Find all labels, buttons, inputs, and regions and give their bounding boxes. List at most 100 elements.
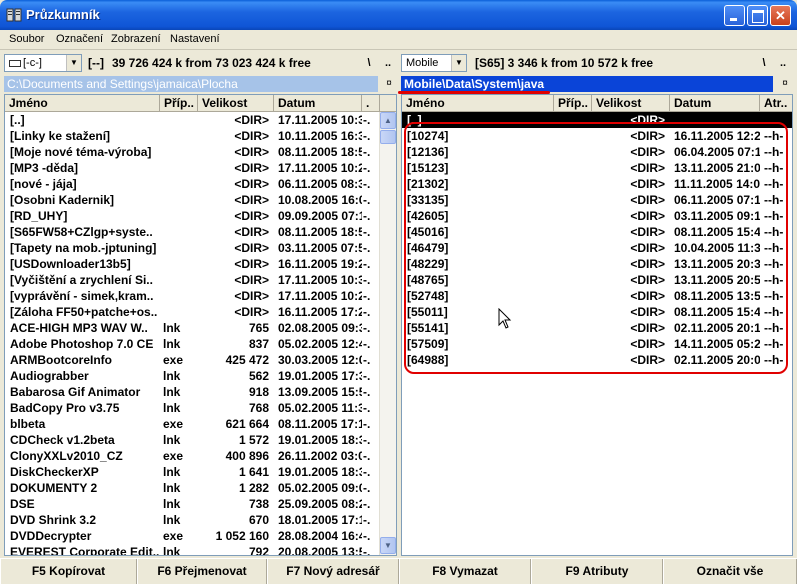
table-row[interactable]: [Linky ke stažení] <DIR> 10.11.2005 16:37-… (5, 128, 380, 144)
left-history-button[interactable]: ¤ (381, 76, 397, 92)
cell-name: [..] (10, 113, 25, 127)
table-row[interactable]: DOKUMENTY 2 lnk 1 282 05.02.2005 09:03-. (5, 480, 380, 496)
cell-attr: -. (363, 257, 371, 271)
table-row[interactable]: EVEREST Corporate Edit.. lnk 792 20.08.2005… (5, 544, 380, 556)
f8-delete-button[interactable]: F8 Vymazat (399, 559, 531, 584)
cell-date: 10.08.2005 16:01 (278, 193, 362, 207)
table-row[interactable]: blbeta exe 621 664 08.11.2005 17:15-. (5, 416, 380, 432)
right-history-button[interactable]: ¤ (777, 76, 793, 92)
cell-attr: -. (363, 337, 371, 351)
cell-ext: exe (163, 449, 184, 463)
cell-ext: lnk (163, 545, 181, 556)
cell-date: 18.01.2005 17:14 (278, 513, 362, 527)
table-row[interactable]: [Záloha FF50+patche+os.. <DIR> 16.11.2005 … (5, 304, 380, 320)
table-row[interactable]: ACE-HIGH MP3 WAV W.. lnk 765 02.08.2005 09:… (5, 320, 380, 336)
cell-attr: -. (363, 385, 371, 399)
col-name[interactable]: Jméno (5, 95, 160, 111)
left-root-button[interactable]: \ (360, 54, 378, 72)
chevron-down-icon: ▼ (66, 55, 81, 71)
table-row[interactable]: [nové - jája] <DIR> 06.11.2005 08:39-. (5, 176, 380, 192)
table-row[interactable]: DVDDecrypter exe 1 052 160 28.08.2004 16:46… (5, 528, 380, 544)
menu-nastaveni[interactable]: Nastavení (170, 33, 220, 45)
col-attr[interactable]: . (362, 95, 380, 111)
table-row[interactable]: [..] <DIR> 17.11.2005 10:31-. (5, 112, 380, 128)
table-row[interactable]: DSE lnk 738 25.09.2005 08:20-. (5, 496, 380, 512)
col-size[interactable]: Velikost (592, 95, 670, 111)
scroll-thumb[interactable] (380, 130, 396, 144)
table-row[interactable]: Adobe Photoshop 7.0 CE lnk 837 05.02.2005 1… (5, 336, 380, 352)
cell-name: [Tapety na mob.-jptuning] (10, 241, 157, 255)
cell-attr: -. (363, 305, 371, 319)
table-row[interactable]: DVD Shrink 3.2 lnk 670 18.01.2005 17:14-. (5, 512, 380, 528)
cell-date: 13.09.2005 15:50 (278, 385, 362, 399)
cell-date: 09.09.2005 07:15 (278, 209, 362, 223)
table-row[interactable]: DiskCheckerXP lnk 1 641 19.01.2005 18:38-. (5, 464, 380, 480)
left-scrollbar[interactable]: ▲ ▼ (379, 112, 396, 555)
col-name[interactable]: Jméno (402, 95, 554, 111)
cell-size: <DIR> (234, 145, 269, 159)
table-row[interactable]: Babarosa Gif Animator lnk 918 13.09.2005 15… (5, 384, 380, 400)
col-attr[interactable]: Atr.. (760, 95, 792, 111)
cell-size: <DIR> (234, 209, 269, 223)
table-row[interactable]: BadCopy Pro v3.75 lnk 768 05.02.2005 11:31-… (5, 400, 380, 416)
cell-date: 20.08.2005 13:58 (278, 545, 362, 556)
scroll-up-icon[interactable]: ▲ (380, 112, 396, 129)
cell-ext (163, 128, 197, 144)
table-row[interactable]: [S65FW58+CZlgp+syste.. <DIR> 08.11.2005 18… (5, 224, 380, 240)
f6-rename-button[interactable]: F6 Přejmenovat (137, 559, 267, 584)
table-row[interactable]: [USDownloader13b5] <DIR> 16.11.2005 19:29-… (5, 256, 380, 272)
cell-date: 17.11.2005 10:31 (278, 113, 362, 127)
cell-date: 06.11.2005 08:39 (278, 177, 362, 191)
cell-date: 28.08.2004 16:46 (278, 529, 362, 543)
table-row[interactable]: [Tapety na mob.-jptuning] <DIR> 03.11.2005… (5, 240, 380, 256)
col-size[interactable]: Velikost (198, 95, 274, 111)
table-row[interactable]: ARMBootcoreInfo exe 425 472 30.03.2005 12:0… (5, 352, 380, 368)
cell-attr: -. (363, 193, 371, 207)
menu-oznaceni[interactable]: Označení (56, 33, 103, 45)
cell-size: <DIR> (234, 273, 269, 287)
cell-attr: -. (363, 321, 371, 335)
table-row[interactable]: [vyprávění - simek,kram.. <DIR> 17.11.2005… (5, 288, 380, 304)
f9-attributes-button[interactable]: F9 Atributy (531, 559, 663, 584)
f7-new-folder-button[interactable]: F7 Nový adresář (267, 559, 399, 584)
cell-name: DSE (10, 497, 35, 511)
cell-ext (163, 304, 197, 320)
table-row[interactable]: [Moje nové téma-výroba] <DIR> 08.11.2005 1… (5, 144, 380, 160)
table-row[interactable]: [Osobni Kadernik] <DIR> 10.08.2005 16:01-. (5, 192, 380, 208)
maximize-button[interactable] (747, 5, 768, 26)
maximize-icon (748, 6, 767, 25)
cell-date: 25.09.2005 08:20 (278, 497, 362, 511)
table-row[interactable]: Audiograbber lnk 562 19.01.2005 17:37-. (5, 368, 380, 384)
table-row[interactable]: [Vyčištění a zrychlení Si.. <DIR> 17.11.20… (5, 272, 380, 288)
cell-name: [Moje nové téma-výroba] (10, 145, 152, 159)
right-up-button[interactable]: .. (774, 54, 792, 72)
cell-attr: -. (363, 449, 371, 463)
table-row[interactable]: CDCheck v1.2beta lnk 1 572 19.01.2005 18:37… (5, 432, 380, 448)
window-title: Průzkumník (26, 7, 100, 22)
right-column-header: Jméno Příp.. Velikost Datum Atr.. (402, 95, 792, 112)
menu-soubor[interactable]: Soubor (9, 33, 44, 45)
col-date[interactable]: Datum (274, 95, 362, 111)
right-drive-select[interactable]: Mobile ▼ (401, 54, 467, 72)
f5-copy-button[interactable]: F5 Kopírovat (0, 559, 137, 584)
cell-size: 837 (248, 337, 269, 351)
left-drive-select[interactable]: [-c-] ▼ (4, 54, 82, 72)
table-row[interactable]: [RD_UHY] <DIR> 09.09.2005 07:15-. (5, 208, 380, 224)
cell-size: <DIR> (234, 129, 269, 143)
col-ext[interactable]: Příp.. (554, 95, 592, 111)
table-row[interactable]: [MP3 -děda] <DIR> 17.11.2005 10:29-. (5, 160, 380, 176)
left-up-button[interactable]: .. (379, 54, 397, 72)
col-date[interactable]: Datum (670, 95, 760, 111)
cell-ext (163, 288, 197, 304)
close-button[interactable]: ✕ (770, 5, 791, 26)
right-root-button[interactable]: \ (755, 54, 773, 72)
menu-zobrazeni[interactable]: Zobrazení (111, 33, 161, 45)
scroll-down-icon[interactable]: ▼ (380, 537, 396, 554)
table-row[interactable]: ClonyXXLv2010_CZ exe 400 896 26.11.2002 03:… (5, 448, 380, 464)
select-all-button[interactable]: Označit vše (663, 559, 797, 584)
cell-date: 03.11.2005 07:51 (278, 241, 362, 255)
minimize-button[interactable] (724, 5, 745, 26)
cell-date: 16.11.2005 19:29 (278, 257, 362, 271)
left-file-panel[interactable]: Jméno Příp.. Velikost Datum . [..] <DIR> 1… (4, 94, 397, 556)
col-ext[interactable]: Příp.. (160, 95, 198, 111)
